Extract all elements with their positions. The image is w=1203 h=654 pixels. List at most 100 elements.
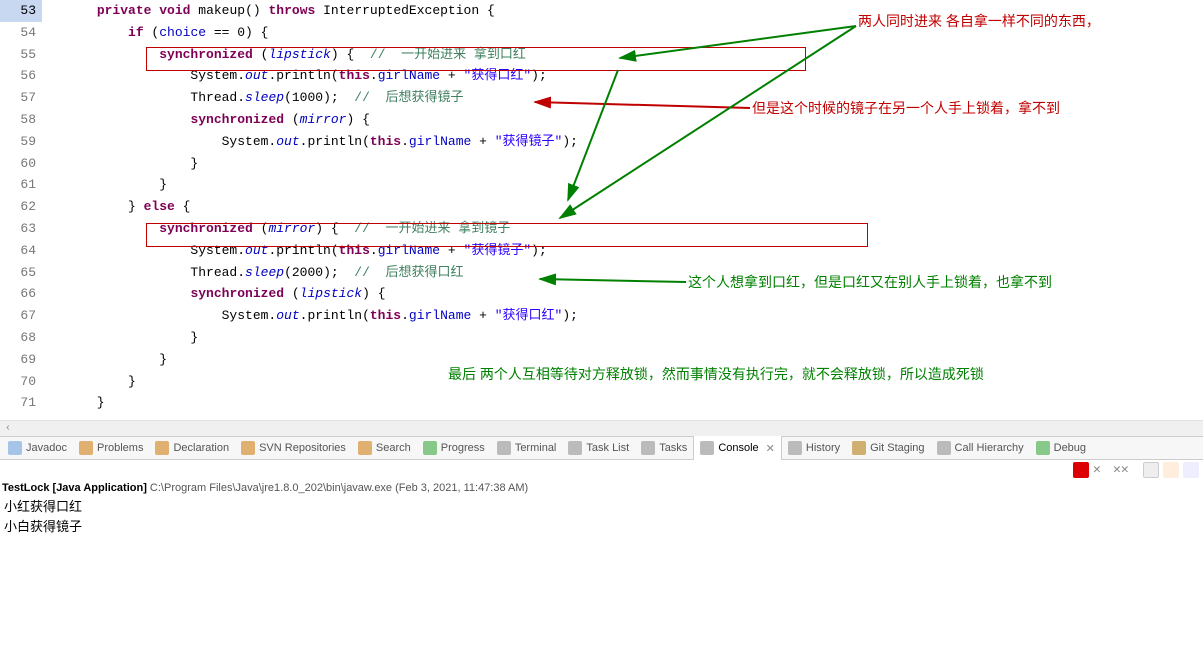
pin-console-icon[interactable] — [1183, 462, 1199, 478]
code-line[interactable]: 56 System.out.println(this.girlName + "获… — [0, 65, 1203, 87]
code-line[interactable]: 55 synchronized (lipstick) { // 一开始进来 拿到… — [0, 44, 1203, 66]
tab-label: Search — [376, 442, 411, 454]
terminal-icon — [497, 441, 511, 455]
code-line[interactable]: 58 synchronized (mirror) { — [0, 109, 1203, 131]
line-number: 56 — [0, 65, 42, 87]
code-line[interactable]: 57 Thread.sleep(1000); // 后想获得镜子 — [0, 87, 1203, 109]
tab-label: Terminal — [515, 442, 557, 454]
code-line[interactable]: 53 private void makeup() throws Interrup… — [0, 0, 1203, 22]
code-line[interactable]: 60 } — [0, 153, 1203, 175]
tab-gitstaging[interactable]: Git Staging — [846, 436, 930, 460]
code-text[interactable]: } — [42, 153, 1203, 175]
line-number: 53 — [0, 0, 42, 22]
console-launch-header: TestLock [Java Application] C:\Program F… — [0, 480, 1203, 498]
code-line[interactable]: 66 synchronized (lipstick) { — [0, 283, 1203, 305]
tab-history[interactable]: History — [782, 436, 846, 460]
tab-javadoc[interactable]: Javadoc — [2, 436, 73, 460]
line-number: 54 — [0, 22, 42, 44]
code-line[interactable]: 54 if (choice == 0) { — [0, 22, 1203, 44]
line-number: 62 — [0, 196, 42, 218]
tab-tasklist[interactable]: Task List — [562, 436, 635, 460]
line-number: 59 — [0, 131, 42, 153]
scroll-left-icon[interactable]: ‹ — [0, 421, 16, 437]
remove-launch-icon[interactable]: ✕ — [1093, 462, 1109, 478]
code-text[interactable]: System.out.println(this.girlName + "获得口红… — [42, 65, 1203, 87]
tab-label: Debug — [1054, 442, 1086, 454]
tab-close-icon[interactable]: ✕ — [763, 442, 775, 455]
callhierarchy-icon — [937, 441, 951, 455]
code-text[interactable]: } — [42, 174, 1203, 196]
code-line[interactable]: 62 } else { — [0, 196, 1203, 218]
code-line[interactable]: 65 Thread.sleep(2000); // 后想获得口红 — [0, 262, 1203, 284]
code-text[interactable]: synchronized (lipstick) { — [42, 283, 1203, 305]
code-text[interactable]: private void makeup() throws Interrupted… — [42, 0, 1203, 22]
code-text[interactable]: } else { — [42, 196, 1203, 218]
code-text[interactable]: Thread.sleep(2000); // 后想获得口红 — [42, 262, 1203, 284]
tab-label: Problems — [97, 442, 143, 454]
console-line: 小白获得镜子 — [4, 518, 1199, 538]
tab-callhierarchy[interactable]: Call Hierarchy — [931, 436, 1030, 460]
tab-svn[interactable]: SVN Repositories — [235, 436, 352, 460]
line-number: 66 — [0, 283, 42, 305]
line-number: 61 — [0, 174, 42, 196]
line-number: 55 — [0, 44, 42, 66]
views-tab-bar: Javadoc Problems Declaration SVN Repositori… — [0, 436, 1203, 460]
stop-icon[interactable] — [1073, 462, 1089, 478]
code-line[interactable]: 68 } — [0, 327, 1203, 349]
code-editor[interactable]: 53 private void makeup() throws Interrup… — [0, 0, 1203, 420]
declaration-icon — [155, 441, 169, 455]
code-text[interactable]: synchronized (mirror) { // 一开始进来 拿到镜子 — [42, 218, 1203, 240]
tab-search[interactable]: Search — [352, 436, 417, 460]
tab-console[interactable]: Console✕ — [693, 436, 782, 460]
line-number: 69 — [0, 349, 42, 371]
tab-label: Progress — [441, 442, 485, 454]
javadoc-icon — [8, 441, 22, 455]
tab-progress[interactable]: Progress — [417, 436, 491, 460]
code-text[interactable]: Thread.sleep(1000); // 后想获得镜子 — [42, 87, 1203, 109]
code-text[interactable]: if (choice == 0) { — [42, 22, 1203, 44]
code-line[interactable]: 71 } — [0, 392, 1203, 414]
tab-debug[interactable]: Debug — [1030, 436, 1092, 460]
tab-declaration[interactable]: Declaration — [149, 436, 235, 460]
code-text[interactable]: } — [42, 327, 1203, 349]
code-text[interactable]: synchronized (mirror) { — [42, 109, 1203, 131]
tasklist-icon — [568, 441, 582, 455]
line-number: 65 — [0, 262, 42, 284]
code-text[interactable]: } — [42, 392, 1203, 414]
line-number: 58 — [0, 109, 42, 131]
console-line: 小红获得口红 — [4, 498, 1199, 518]
code-line[interactable]: 67 System.out.println(this.girlName + "获… — [0, 305, 1203, 327]
tab-label: History — [806, 442, 840, 454]
tab-label: Task List — [586, 442, 629, 454]
tab-problems[interactable]: Problems — [73, 436, 149, 460]
tab-tasks[interactable]: Tasks — [635, 436, 693, 460]
line-number: 68 — [0, 327, 42, 349]
remove-all-icon[interactable]: ✕✕ — [1113, 462, 1129, 478]
code-text[interactable]: synchronized (lipstick) { // 一开始进来 拿到口红 — [42, 44, 1203, 66]
code-text[interactable]: System.out.println(this.girlName + "获得镜子… — [42, 240, 1203, 262]
code-line[interactable]: 70 } — [0, 371, 1203, 393]
code-text[interactable]: } — [42, 349, 1203, 371]
console-icon — [700, 441, 714, 455]
tab-terminal[interactable]: Terminal — [491, 436, 563, 460]
tab-label: Call Hierarchy — [955, 442, 1024, 454]
code-text[interactable]: System.out.println(this.girlName + "获得镜子… — [42, 131, 1203, 153]
code-line[interactable]: 59 System.out.println(this.girlName + "获… — [0, 131, 1203, 153]
code-line[interactable]: 64 System.out.println(this.girlName + "获… — [0, 240, 1203, 262]
line-number: 67 — [0, 305, 42, 327]
gitstaging-icon — [852, 441, 866, 455]
code-text[interactable]: } — [42, 371, 1203, 393]
clear-console-icon[interactable] — [1143, 462, 1159, 478]
console-launch-path: C:\Program Files\Java\jre1.8.0_202\bin\j… — [147, 482, 528, 494]
code-line[interactable]: 63 synchronized (mirror) { // 一开始进来 拿到镜子 — [0, 218, 1203, 240]
tasks-icon — [641, 441, 655, 455]
tab-label: SVN Repositories — [259, 442, 346, 454]
editor-horizontal-scrollbar[interactable]: ‹ — [0, 420, 1203, 436]
code-line[interactable]: 61 } — [0, 174, 1203, 196]
scroll-lock-icon[interactable] — [1163, 462, 1179, 478]
line-number: 70 — [0, 371, 42, 393]
code-text[interactable]: System.out.println(this.girlName + "获得口红… — [42, 305, 1203, 327]
console-toolbar: ✕ ✕✕ — [0, 460, 1203, 480]
console-output[interactable]: 小红获得口红小白获得镜子 — [0, 498, 1203, 538]
code-line[interactable]: 69 } — [0, 349, 1203, 371]
